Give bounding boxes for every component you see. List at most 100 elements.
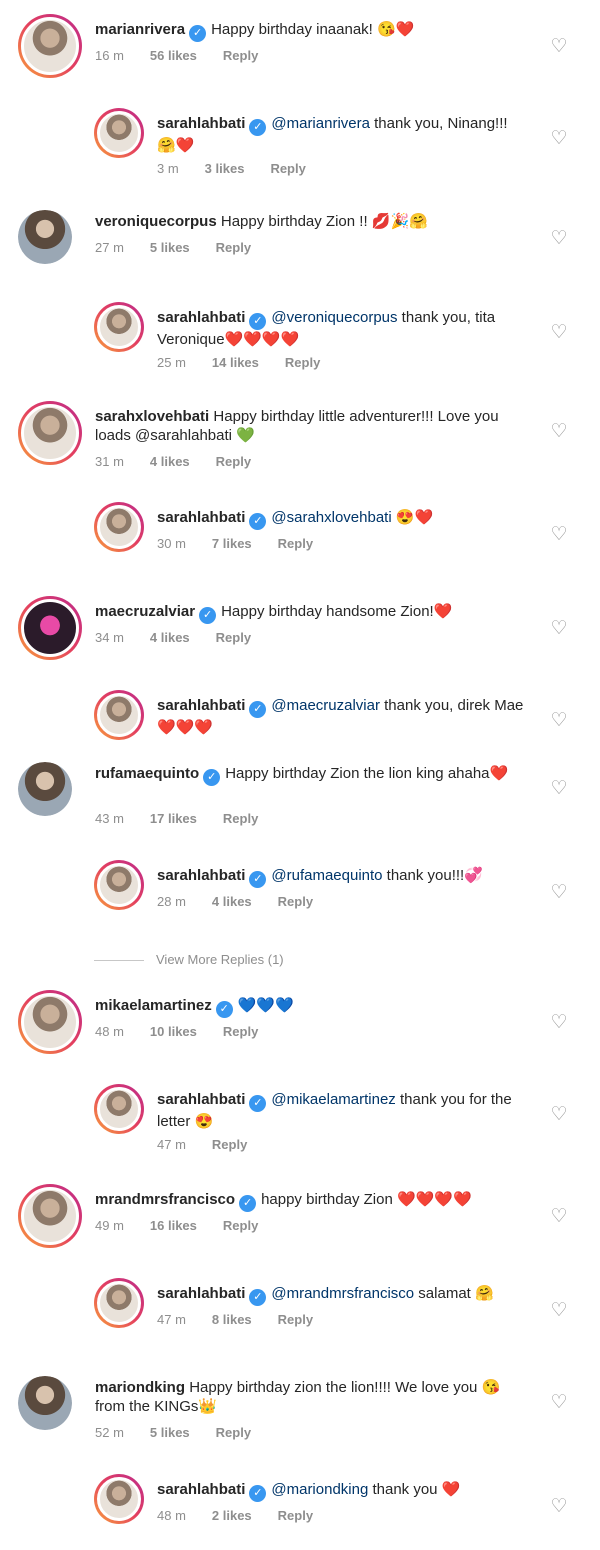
avatar-image — [18, 1376, 72, 1430]
likes-count[interactable]: 10 likes — [150, 1024, 197, 1039]
mention-link[interactable]: @rufamaequinto — [271, 867, 382, 884]
avatar-image — [21, 17, 79, 75]
username[interactable]: marianrivera — [95, 21, 185, 38]
heart-outline-icon[interactable]: ♡ — [550, 883, 568, 902]
avatar[interactable] — [94, 860, 144, 910]
heart-outline-icon[interactable]: ♡ — [550, 711, 568, 730]
likes-count[interactable]: 4 likes — [212, 894, 252, 909]
username[interactable]: rufamaequinto — [95, 765, 199, 782]
heart-outline-icon[interactable]: ♡ — [550, 37, 568, 56]
avatar[interactable] — [18, 762, 72, 816]
heart-outline-icon[interactable]: ♡ — [550, 1013, 568, 1032]
username[interactable]: mikaelamartinez — [95, 997, 212, 1014]
avatar[interactable] — [18, 596, 82, 660]
likes-count[interactable]: 14 likes — [212, 355, 259, 370]
reply-button[interactable]: Reply — [216, 454, 251, 469]
timestamp: 28 m — [157, 894, 186, 909]
reply-button[interactable]: Reply — [223, 48, 258, 63]
mention-link[interactable]: @mrandmrsfrancisco — [271, 1285, 414, 1302]
mention-link[interactable]: @marianrivera — [271, 115, 370, 132]
likes-count[interactable]: 5 likes — [150, 1425, 190, 1440]
username[interactable]: maecruzalviar — [95, 603, 195, 620]
reply-button[interactable]: Reply — [278, 1508, 313, 1523]
timestamp: 49 m — [95, 1218, 124, 1233]
comment-meta: 47 m 8 likes Reply — [157, 1312, 339, 1327]
likes-count[interactable]: 17 likes — [150, 811, 197, 826]
likes-count[interactable]: 8 likes — [212, 1312, 252, 1327]
mention-link[interactable]: @mariondking — [271, 1481, 368, 1498]
username[interactable]: sarahxlovehbati — [95, 408, 209, 425]
heart-outline-icon[interactable]: ♡ — [550, 1105, 568, 1124]
heart-outline-icon[interactable]: ♡ — [550, 129, 568, 148]
avatar[interactable] — [94, 1278, 144, 1328]
username[interactable]: mrandmrsfrancisco — [95, 1191, 235, 1208]
timestamp: 16 m — [95, 48, 124, 63]
verified-badge-icon: ✓ — [249, 701, 267, 718]
likes-count[interactable]: 3 likes — [205, 161, 245, 176]
avatar[interactable] — [18, 14, 82, 78]
reply-button[interactable]: Reply — [223, 1218, 258, 1233]
heart-outline-icon[interactable]: ♡ — [550, 1301, 568, 1320]
reply-button[interactable]: Reply — [278, 1312, 313, 1327]
heart-outline-icon[interactable]: ♡ — [550, 1207, 568, 1226]
username[interactable]: mariondking — [95, 1379, 185, 1396]
comment-text: rufamaequinto ✓ Happy birthday Zion the li… — [95, 764, 530, 786]
heart-outline-icon[interactable]: ♡ — [550, 1393, 568, 1412]
view-more-replies[interactable]: View More Replies (1) — [94, 952, 284, 967]
heart-outline-icon[interactable]: ♡ — [550, 323, 568, 342]
username[interactable]: sarahlahbati — [157, 697, 245, 714]
username[interactable]: sarahlahbati — [157, 1091, 245, 1108]
avatar[interactable] — [94, 108, 144, 158]
comment-meta: 31 m 4 likes Reply — [95, 454, 277, 469]
username[interactable]: sarahlahbati — [157, 309, 245, 326]
likes-count[interactable]: 56 likes — [150, 48, 197, 63]
avatar[interactable] — [18, 1376, 72, 1430]
likes-count[interactable]: 16 likes — [150, 1218, 197, 1233]
username[interactable]: sarahlahbati — [157, 867, 245, 884]
mention-link[interactable]: @maecruzalviar — [271, 697, 380, 714]
heart-outline-icon[interactable]: ♡ — [550, 422, 568, 441]
verified-badge-icon: ✓ — [215, 1001, 233, 1018]
heart-outline-icon[interactable]: ♡ — [550, 1497, 568, 1516]
avatar[interactable] — [94, 1084, 144, 1134]
username[interactable]: sarahlahbati — [157, 1481, 245, 1498]
heart-outline-icon[interactable]: ♡ — [550, 779, 568, 798]
avatar[interactable] — [18, 210, 72, 264]
heart-outline-icon[interactable]: ♡ — [550, 619, 568, 638]
comment-meta: 30 m 7 likes Reply — [157, 536, 339, 551]
username[interactable]: sarahlahbati — [157, 509, 245, 526]
timestamp: 34 m — [95, 630, 124, 645]
avatar[interactable] — [94, 690, 144, 740]
heart-outline-icon[interactable]: ♡ — [550, 229, 568, 248]
avatar[interactable] — [94, 302, 144, 352]
reply-button[interactable]: Reply — [216, 630, 251, 645]
likes-count[interactable]: 4 likes — [150, 630, 190, 645]
reply-button[interactable]: Reply — [270, 161, 305, 176]
reply-button[interactable]: Reply — [285, 355, 320, 370]
reply-button[interactable]: Reply — [223, 811, 258, 826]
username[interactable]: veroniquecorpus — [95, 213, 217, 230]
likes-count[interactable]: 7 likes — [212, 536, 252, 551]
reply-button[interactable]: Reply — [278, 536, 313, 551]
likes-count[interactable]: 5 likes — [150, 240, 190, 255]
likes-count[interactable]: 4 likes — [150, 454, 190, 469]
mention-link[interactable]: @sarahxlovehbati — [271, 509, 391, 526]
likes-count[interactable]: 2 likes — [212, 1508, 252, 1523]
heart-outline-icon[interactable]: ♡ — [550, 525, 568, 544]
avatar[interactable] — [18, 401, 82, 465]
reply-button[interactable]: Reply — [278, 894, 313, 909]
avatar-image — [97, 1281, 141, 1325]
comment-meta: 34 m 4 likes Reply — [95, 630, 277, 645]
reply-button[interactable]: Reply — [223, 1024, 258, 1039]
avatar[interactable] — [18, 1184, 82, 1248]
reply-button[interactable]: Reply — [212, 1137, 247, 1152]
avatar[interactable] — [94, 1474, 144, 1524]
mention-link[interactable]: @veroniquecorpus — [271, 309, 397, 326]
reply-button[interactable]: Reply — [216, 240, 251, 255]
mention-link[interactable]: @mikaelamartinez — [271, 1091, 395, 1108]
username[interactable]: sarahlahbati — [157, 1285, 245, 1302]
reply-button[interactable]: Reply — [216, 1425, 251, 1440]
avatar[interactable] — [94, 502, 144, 552]
username[interactable]: sarahlahbati — [157, 115, 245, 132]
avatar[interactable] — [18, 990, 82, 1054]
